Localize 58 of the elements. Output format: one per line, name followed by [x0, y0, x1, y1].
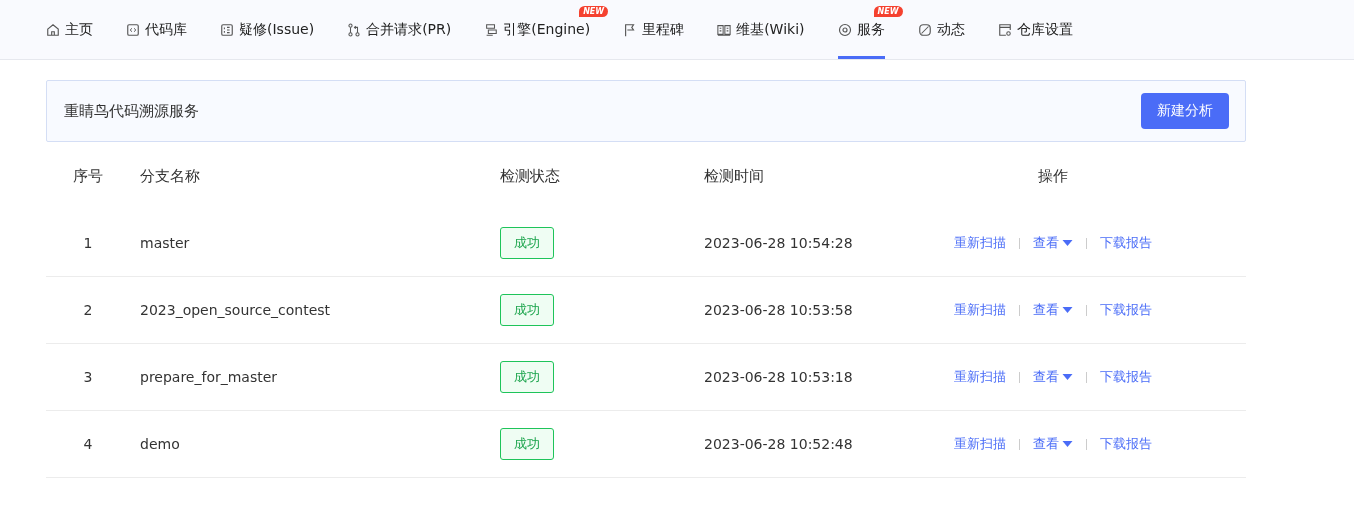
table-cell-text: prepare_for_master	[139, 369, 279, 385]
action-link[interactable]: 下载报告	[1100, 368, 1152, 386]
server-icon	[484, 22, 499, 37]
table-cell-text: 3	[82, 369, 94, 385]
panel-title: 重睛鸟代码溯源服务	[64, 101, 199, 121]
status-tag: 成功	[500, 428, 554, 460]
table-cell-text: 2023-06-28 10:53:18	[704, 369, 854, 385]
table-cell-text: 1	[82, 235, 94, 251]
column-header: 分支名称	[139, 166, 201, 186]
action-link[interactable]: 查看	[1033, 301, 1073, 319]
status-tag: 成功	[500, 294, 554, 326]
settings-icon	[997, 22, 1012, 37]
nav-tab[interactable]: 里程碑	[623, 0, 685, 59]
home-icon	[46, 22, 60, 37]
action-link[interactable]: 查看	[1033, 234, 1073, 252]
column-header: 序号	[72, 166, 104, 186]
nav-tab[interactable]: 主页	[46, 0, 93, 59]
table-cell-text: master	[139, 235, 191, 251]
new-badge: NEW	[873, 6, 903, 17]
table-cell-text: 2023-06-28 10:54:28	[704, 235, 854, 251]
action-link[interactable]: 重新扫描	[954, 234, 1006, 252]
caret-icon	[1062, 440, 1073, 448]
new-analysis-button[interactable]: 新建分析	[1141, 93, 1229, 129]
action-link[interactable]: 重新扫描	[954, 368, 1006, 386]
book-icon	[717, 22, 732, 37]
caret-icon	[1062, 239, 1073, 247]
action-link[interactable]: 查看	[1033, 368, 1073, 386]
branch-icon	[347, 22, 362, 37]
nav-tab[interactable]: 动态	[917, 0, 965, 59]
new-badge: NEW	[579, 6, 609, 17]
table-cell-text: 4	[82, 436, 94, 452]
status-tag: 成功	[500, 227, 554, 259]
nav-tab[interactable]: 代码库	[126, 0, 187, 59]
action-link[interactable]: 下载报告	[1100, 234, 1152, 252]
nav-tab[interactable]: 维基(Wiki)	[717, 0, 805, 59]
nav-tab[interactable]: 合并请求(PR)	[347, 0, 452, 59]
action-link[interactable]: 下载报告	[1100, 301, 1152, 319]
column-header: 检测时间	[704, 166, 765, 186]
nav-tab[interactable]: 仓库设置	[997, 0, 1073, 59]
table-cell-text: 2023-06-28 10:53:58	[704, 302, 854, 318]
column-header: 操作	[1037, 166, 1069, 186]
action-link[interactable]: 查看	[1033, 435, 1073, 453]
action-link[interactable]: 下载报告	[1100, 435, 1152, 453]
nav-tab[interactable]: 疑修(Issue)	[220, 0, 315, 59]
target-icon	[837, 22, 852, 37]
caret-icon	[1062, 306, 1073, 314]
action-link[interactable]: 重新扫描	[954, 301, 1006, 319]
status-tag: 成功	[500, 361, 554, 393]
action-link[interactable]: 重新扫描	[954, 435, 1006, 453]
table-cell-text: 2023_open_source_contest	[139, 302, 332, 318]
code-file-icon	[126, 22, 140, 37]
table-cell-text: 2	[82, 302, 94, 318]
table-cell-text: demo	[139, 436, 181, 452]
caret-icon	[1062, 373, 1073, 381]
flag-icon	[623, 22, 638, 37]
table-cell-text: 2023-06-28 10:52:48	[704, 436, 854, 452]
column-header: 检测状态	[500, 166, 561, 186]
list-icon	[220, 22, 234, 37]
